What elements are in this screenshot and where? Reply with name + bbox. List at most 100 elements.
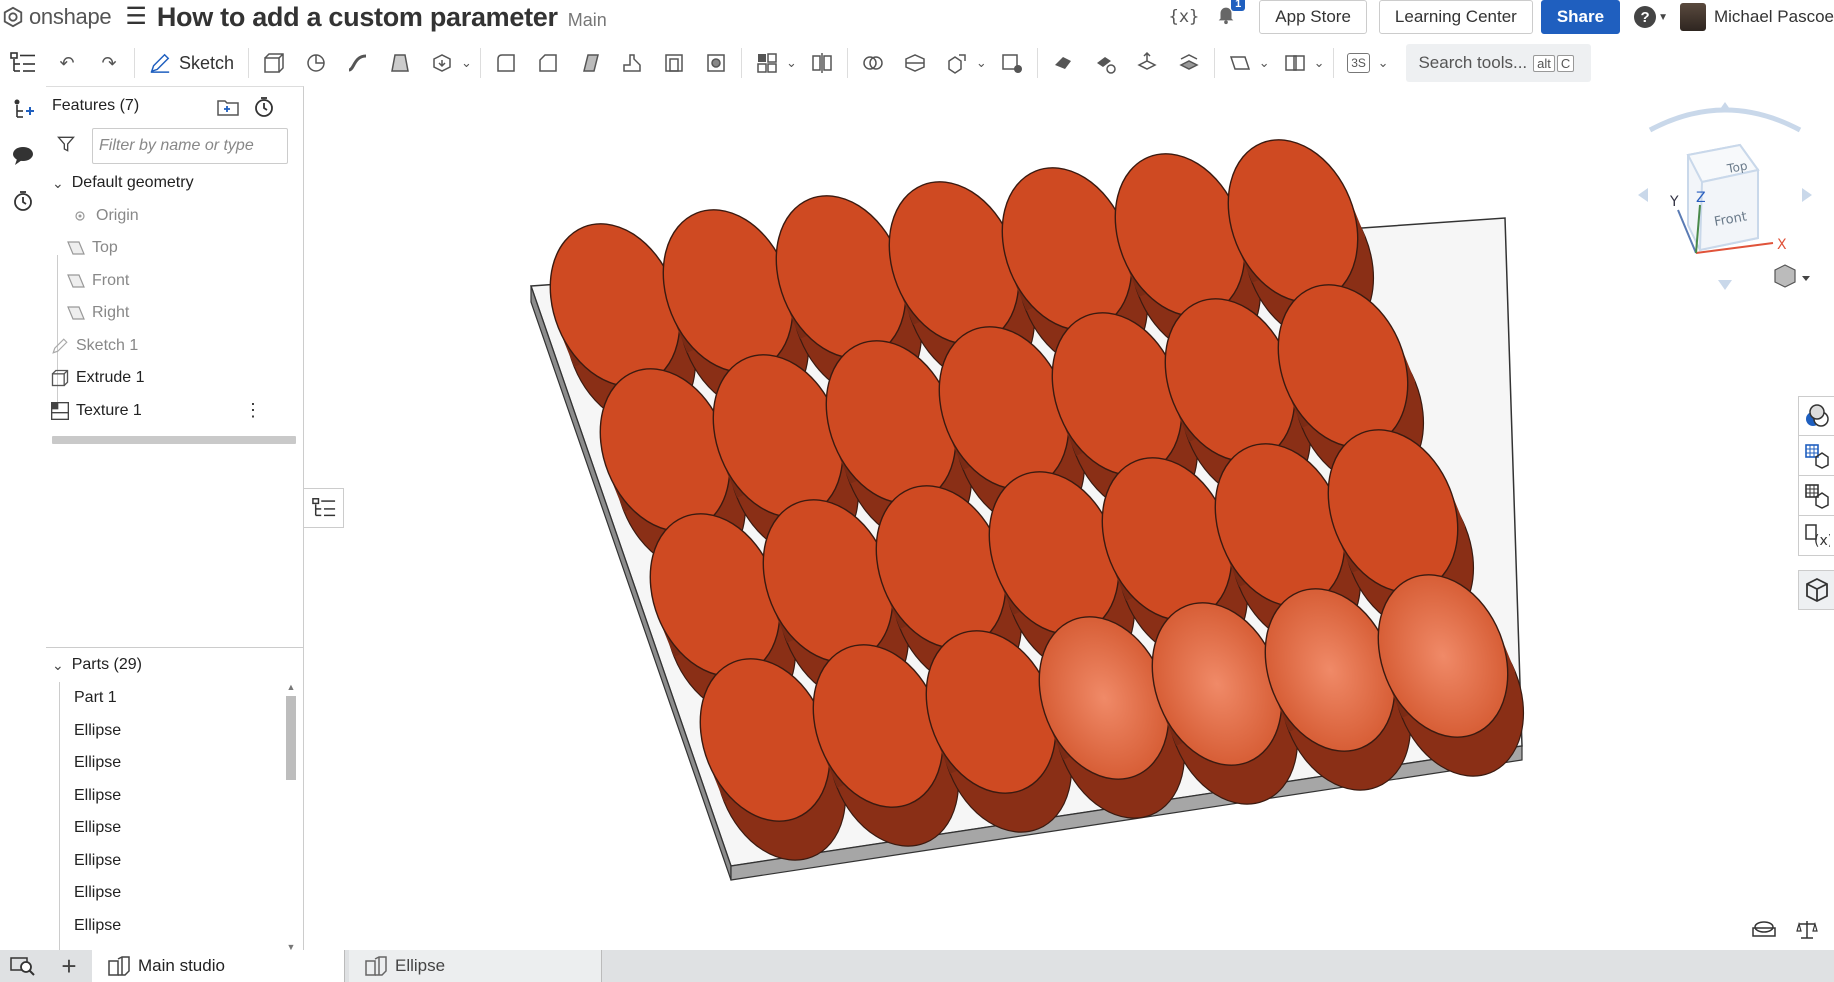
mate-connector-icon[interactable] [1278,46,1312,80]
list-item[interactable]: Ellipse [46,910,304,943]
modify-fillet-icon[interactable] [1046,46,1080,80]
menu-icon[interactable]: ☰ [125,5,147,29]
rollback-bar[interactable] [52,436,296,444]
draft-icon[interactable] [573,46,607,80]
shell-icon[interactable] [657,46,691,80]
boolean-icon[interactable] [856,46,890,80]
default-geometry-folder[interactable]: ⌄ Default geometry [46,167,303,200]
search-tools-input[interactable]: Search tools... alt C [1406,44,1592,82]
loft-icon[interactable] [383,46,417,80]
hole-icon[interactable] [699,46,733,80]
chevron-down-icon[interactable]: ⌄ [1259,55,1270,71]
mirror-icon[interactable] [805,46,839,80]
chevron-down-icon[interactable]: ⌄ [1378,55,1389,71]
undo-icon[interactable]: ↶ [50,46,84,80]
more-options-icon[interactable]: ⋮ [244,401,262,419]
chevron-down-icon[interactable]: ⌄ [461,55,472,71]
units-badge: 3S [1347,53,1370,73]
comments-icon[interactable] [10,142,36,168]
feature-filter-input[interactable] [92,128,288,164]
named-views-cube-icon[interactable] [1798,570,1834,610]
rotate-up-icon[interactable] [1718,102,1732,112]
branch-label[interactable]: Main [568,10,607,31]
axis-z-label: Z [1696,190,1706,206]
pattern-icon[interactable] [750,46,784,80]
variables-table-icon[interactable]: (x) [1798,516,1834,556]
model-scene[interactable] [305,88,1834,950]
thicken-icon[interactable] [425,46,459,80]
history-icon[interactable] [10,188,36,214]
move-face-icon[interactable] [1130,46,1164,80]
sweep-icon[interactable] [341,46,375,80]
tree-item-top-plane[interactable]: Top [46,232,303,265]
list-item[interactable]: Ellipse [46,780,304,813]
list-item[interactable]: Ellipse [46,812,304,845]
add-folder-icon[interactable] [216,95,240,119]
tab-main-studio[interactable]: Main studio [92,950,345,982]
rib-icon[interactable] [615,46,649,80]
transform-icon[interactable] [940,46,974,80]
units-icon[interactable]: 3S [1342,46,1376,80]
variables-icon[interactable]: {x} [1169,7,1200,27]
split-icon[interactable] [898,46,932,80]
app-store-button[interactable]: App Store [1259,0,1367,34]
scroll-up-icon[interactable]: ▲ [284,682,298,692]
appearance-icon[interactable] [1798,396,1834,436]
measure-tape-icon[interactable] [1752,920,1776,945]
tree-item-front-plane[interactable]: Front [46,265,303,298]
parts-scrollbar[interactable]: ▲ ▼ [284,682,298,952]
chevron-down-icon[interactable]: ⌄ [1314,55,1325,71]
add-tab-button[interactable]: + [46,950,92,982]
delete-part-icon[interactable] [995,46,1029,80]
parts-title: Parts (29) [71,656,142,673]
tree-item-label: Extrude 1 [76,369,145,387]
chamfer-icon[interactable] [531,46,565,80]
plane-icon[interactable] [1223,46,1257,80]
redo-icon[interactable]: ↷ [92,46,126,80]
revolve-icon[interactable] [299,46,333,80]
list-item[interactable]: Ellipse [46,715,304,748]
chevron-down-icon[interactable]: ⌄ [786,55,797,71]
sketch-button[interactable]: Sketch [139,52,244,74]
chevron-down-icon[interactable]: ⌄ [52,657,64,674]
fillet-icon[interactable] [489,46,523,80]
view-cube[interactable]: Top Front X Y Z [1630,100,1820,290]
bill-of-materials-icon[interactable] [1798,476,1834,516]
tab-ellipse[interactable]: Ellipse [349,950,602,982]
filter-icon[interactable] [56,134,76,159]
configurations-icon[interactable] [1798,436,1834,476]
feature-list-toggle[interactable] [0,38,46,88]
help-menu[interactable]: ? ▼ [1634,6,1668,28]
extrude-icon[interactable] [257,46,291,80]
scrollbar-thumb[interactable] [286,696,296,780]
document-title[interactable]: How to add a custom parameter [157,2,558,33]
tree-item-extrude1[interactable]: Extrude 1 [46,362,303,395]
rollback-timer-icon[interactable] [252,95,276,119]
share-button[interactable]: Share [1540,0,1621,34]
tree-item-texture1[interactable]: Texture 1 ⋮ [46,395,303,428]
search-tabs-icon[interactable] [0,950,46,982]
notifications-bell-icon[interactable]: 1 [1215,0,1246,31]
chevron-down-icon[interactable]: ⌄ [976,55,987,71]
list-item[interactable]: Ellipse [46,747,304,780]
user-menu[interactable]: Michael Pascoe [1679,3,1834,31]
list-item[interactable]: Part 1 [46,682,304,715]
delete-face-icon[interactable] [1088,46,1122,80]
learning-center-button[interactable]: Learning Center [1378,0,1533,34]
tree-item-origin[interactable]: Origin [46,200,303,233]
rotate-down-icon[interactable] [1718,280,1732,290]
onshape-logo[interactable]: onshape [2,4,112,30]
list-item[interactable]: Ellipse [46,845,304,878]
tree-item-sketch1[interactable]: Sketch 1 [46,330,303,363]
replace-face-icon[interactable] [1172,46,1206,80]
tree-item-right-plane[interactable]: Right [46,297,303,330]
rotate-left-icon[interactable] [1638,188,1648,202]
rotate-right-icon[interactable] [1802,188,1812,202]
mass-properties-icon[interactable] [1796,920,1818,945]
parts-header[interactable]: ⌄ Parts (29) [46,648,304,682]
chevron-down-icon[interactable]: ⌄ [52,175,64,192]
view-options-icon[interactable] [1774,264,1810,288]
add-feature-icon[interactable] [10,96,36,122]
graphics-viewport[interactable] [305,88,1834,950]
list-item[interactable]: Ellipse [46,877,304,910]
